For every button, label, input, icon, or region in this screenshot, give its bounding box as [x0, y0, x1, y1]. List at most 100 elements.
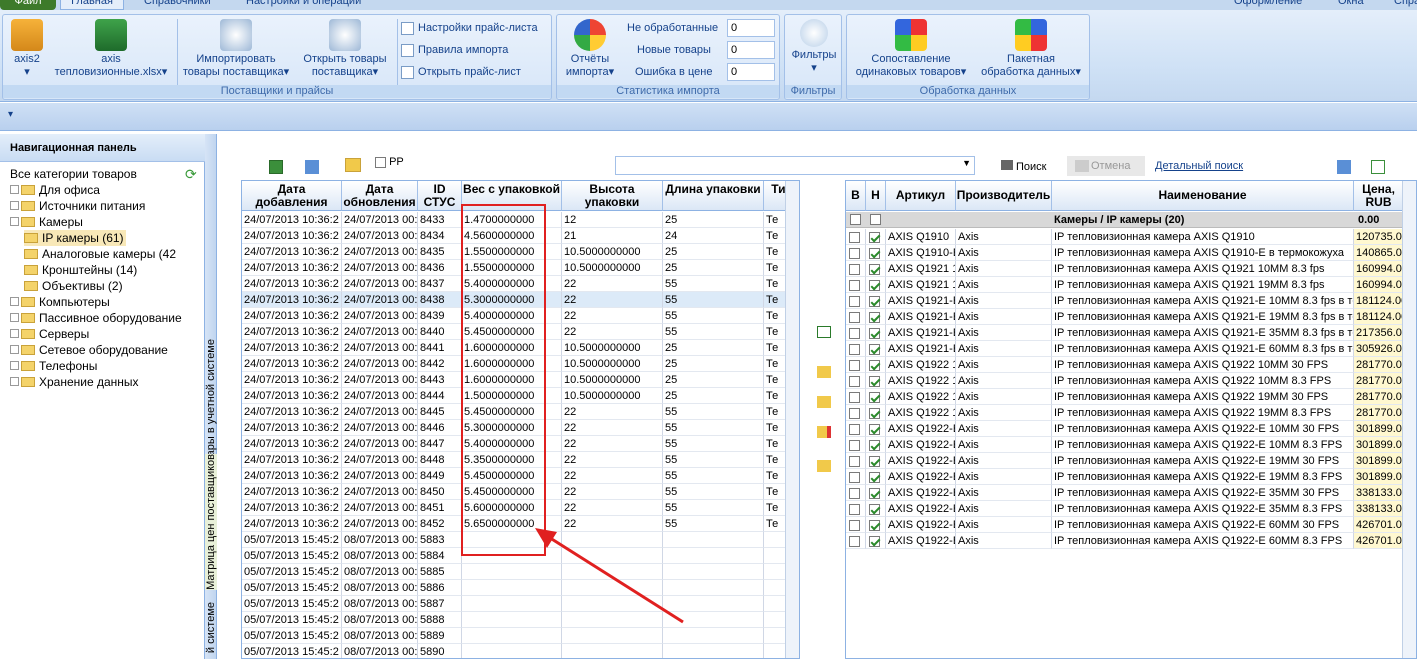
table-cell[interactable]: IP тепловизионная камера AXIS Q1921-E 60… [1052, 341, 1354, 357]
table-cell[interactable]: IP тепловизионная камера AXIS Q1922 10MM… [1052, 373, 1354, 389]
search-button[interactable]: Поиск [1001, 160, 1046, 173]
table-cell[interactable]: 22 [562, 468, 663, 484]
checkbox-n[interactable] [866, 293, 886, 309]
checkbox-b[interactable] [846, 277, 866, 293]
checkbox-b[interactable] [846, 309, 866, 325]
column-header[interactable]: Производитель [956, 181, 1052, 211]
table-cell[interactable]: Axis [956, 277, 1052, 293]
table-cell[interactable]: 08/07/2013 00: [342, 532, 418, 548]
checkbox-n[interactable] [866, 341, 886, 357]
tree-item[interactable]: Кронштейны (14) [24, 262, 137, 278]
table-cell[interactable]: 25 [663, 212, 764, 228]
tree-item[interactable]: Все категории товаров [10, 166, 137, 182]
table-cell[interactable]: 5890 [418, 644, 462, 658]
table-cell[interactable]: 55 [663, 436, 764, 452]
advanced-search-link[interactable]: Детальный поиск [1155, 160, 1243, 172]
table-cell[interactable]: 05/07/2013 15:45:2 [242, 612, 342, 628]
table-cell[interactable]: 301899.00 [1354, 437, 1404, 453]
table-cell[interactable]: 8442 [418, 356, 462, 372]
table-cell[interactable]: Axis [956, 517, 1052, 533]
table-cell[interactable]: 08/07/2013 00: [342, 564, 418, 580]
import-rules-button[interactable]: Правила импорта [401, 41, 508, 59]
table-cell[interactable] [562, 644, 663, 658]
table-cell[interactable]: 8448 [418, 452, 462, 468]
table-cell[interactable]: 05/07/2013 15:45:2 [242, 532, 342, 548]
price-settings-button[interactable]: Настройки прайс-листа [401, 19, 538, 37]
checkbox-n[interactable] [866, 325, 886, 341]
group-row[interactable]: Камеры / IP камеры (20) 0.00 [846, 212, 1416, 228]
table-cell[interactable] [462, 644, 562, 658]
checkbox-n[interactable] [866, 309, 886, 325]
table-cell[interactable]: 24/07/2013 10:36:2 [242, 356, 342, 372]
table-cell[interactable]: AXIS Q1922 1( [886, 373, 956, 389]
table-cell[interactable]: IP тепловизионная камера AXIS Q1922-E 19… [1052, 453, 1354, 469]
table-cell[interactable]: 8443 [418, 372, 462, 388]
checkbox-b[interactable] [846, 229, 866, 245]
tree-item[interactable]: Для офиса [10, 182, 100, 198]
folder-open-icon[interactable] [817, 396, 831, 408]
table-cell[interactable]: 24/07/2013 00: [342, 292, 418, 308]
table-cell[interactable]: 5883 [418, 532, 462, 548]
tree-item[interactable]: Объективы (2) [24, 278, 123, 294]
table-cell[interactable]: 25 [663, 372, 764, 388]
table-cell[interactable]: 24/07/2013 00: [342, 324, 418, 340]
column-header[interactable]: Длина упаковки [663, 181, 764, 211]
expand-icon[interactable] [10, 313, 19, 322]
open-price-button[interactable]: Открыть прайс-лист [401, 63, 521, 81]
table-cell[interactable]: 8452 [418, 516, 462, 532]
checkbox-b[interactable] [846, 325, 866, 341]
table-cell[interactable]: AXIS Q1922-E [886, 485, 956, 501]
checkbox-b[interactable] [846, 421, 866, 437]
table-cell[interactable]: Axis [956, 421, 1052, 437]
table-cell[interactable]: 24/07/2013 00: [342, 212, 418, 228]
table-cell[interactable]: 181124.00 [1354, 293, 1404, 309]
table-cell[interactable]: IP тепловизионная камера AXIS Q1922-E 60… [1052, 517, 1354, 533]
tree-item[interactable]: IP камеры (61) [24, 230, 126, 246]
checkbox-b[interactable] [846, 533, 866, 549]
table-cell[interactable]: AXIS Q1922 1( [886, 389, 956, 405]
column-header[interactable]: Дата обновления [342, 181, 418, 211]
table-cell[interactable]: 24/07/2013 00: [342, 260, 418, 276]
checkbox-n[interactable] [866, 373, 886, 389]
table-cell[interactable]: Axis [956, 261, 1052, 277]
table-cell[interactable]: 05/07/2013 15:45:2 [242, 564, 342, 580]
table-cell[interactable]: AXIS Q1922-E [886, 437, 956, 453]
table-cell[interactable]: AXIS Q1910 [886, 229, 956, 245]
expand-icon[interactable] [10, 185, 19, 194]
table-cell[interactable]: IP тепловизионная камера AXIS Q1922 19MM… [1052, 405, 1354, 421]
match-items-button[interactable]: Сопоставление одинаковых товаров▾ [849, 19, 973, 79]
folder-edit-icon[interactable] [817, 460, 831, 472]
table-cell[interactable]: AXIS Q1921-E [886, 325, 956, 341]
table-cell[interactable]: IP тепловизионная камера AXIS Q1921-E 10… [1052, 293, 1354, 309]
price-error-field[interactable]: 0 [727, 63, 775, 81]
import-reports-button[interactable]: Отчёты импорта▾ [559, 19, 621, 79]
table-cell[interactable]: 5887 [418, 596, 462, 612]
table-cell[interactable]: 8446 [418, 420, 462, 436]
tab-accounting-cut[interactable]: й системе [205, 602, 217, 653]
expand-icon[interactable] [10, 201, 19, 210]
table-cell[interactable]: 24/07/2013 00: [342, 420, 418, 436]
table-cell[interactable]: 24/07/2013 00: [342, 372, 418, 388]
table-cell[interactable]: 55 [663, 276, 764, 292]
column-header[interactable]: Н [866, 181, 886, 211]
checkbox-b[interactable] [846, 373, 866, 389]
table-cell[interactable]: IP тепловизионная камера AXIS Q1922 10MM… [1052, 357, 1354, 373]
table-cell[interactable]: 05/07/2013 15:45:2 [242, 596, 342, 612]
table-cell[interactable]: 25 [663, 356, 764, 372]
table-cell[interactable]: 24 [663, 228, 764, 244]
checkbox-b[interactable] [846, 389, 866, 405]
table-cell[interactable]: Axis [956, 293, 1052, 309]
table-cell[interactable]: 10.5000000000 [562, 340, 663, 356]
table-cell[interactable]: 10.5000000000 [562, 356, 663, 372]
table-cell[interactable]: 8441 [418, 340, 462, 356]
table-cell[interactable]: Axis [956, 405, 1052, 421]
table-cell[interactable]: 05/07/2013 15:45:2 [242, 628, 342, 644]
table-cell[interactable]: 281770.00 [1354, 357, 1404, 373]
tree-item[interactable]: Серверы [10, 326, 89, 342]
table-cell[interactable]: 5886 [418, 580, 462, 596]
column-header[interactable]: Дата добавления [242, 181, 342, 211]
table-cell[interactable]: IP тепловизионная камера AXIS Q1922-E 10… [1052, 437, 1354, 453]
table-cell[interactable]: IP тепловизионная камера AXIS Q1922-E 60… [1052, 533, 1354, 549]
table-cell[interactable]: 08/07/2013 00: [342, 548, 418, 564]
open-supplier-button[interactable]: Открыть товары поставщика▾ [295, 19, 395, 79]
